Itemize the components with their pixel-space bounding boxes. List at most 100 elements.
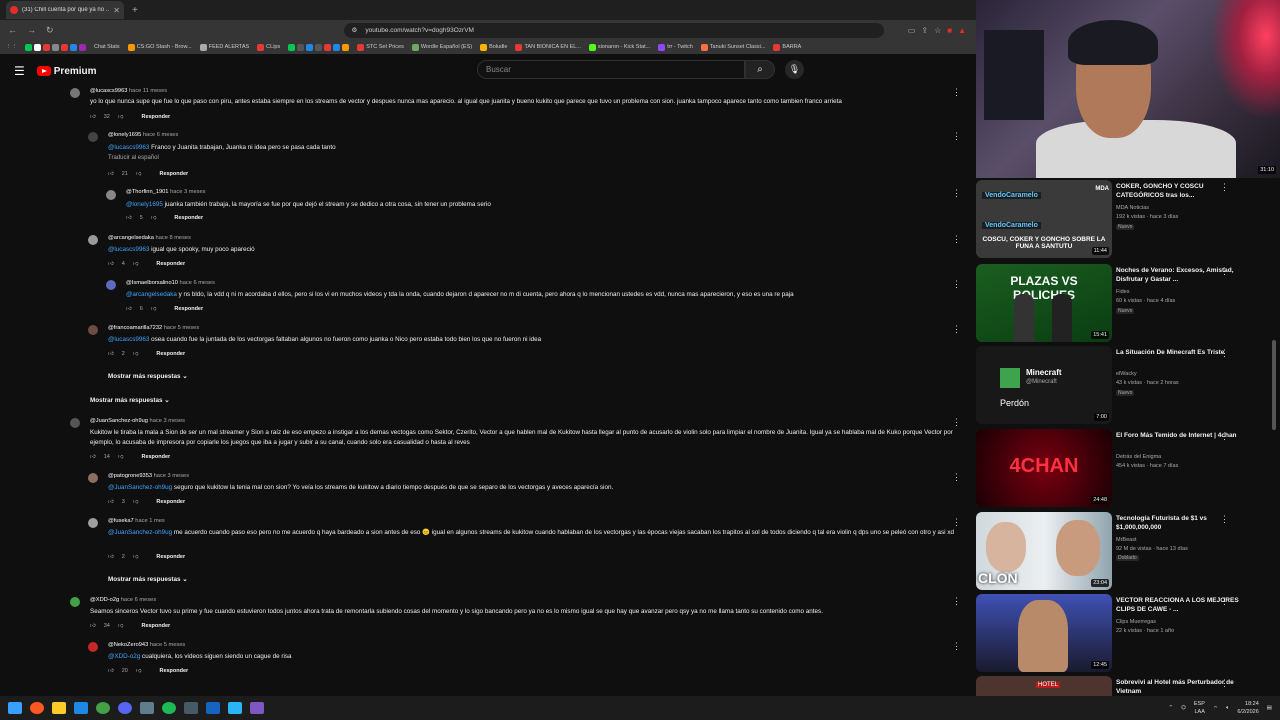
mention-link[interactable]: @JuanSanchez-oh9ug bbox=[108, 529, 172, 536]
avatar[interactable] bbox=[88, 235, 98, 245]
translate-link[interactable]: Traducir al español bbox=[108, 155, 159, 161]
volume-icon[interactable]: 🔈︎ bbox=[1226, 705, 1229, 712]
video-menu-icon[interactable]: ⋮ bbox=[1220, 182, 1229, 193]
app-icon[interactable] bbox=[228, 702, 242, 714]
reply-button[interactable]: Responder bbox=[159, 171, 188, 177]
video-channel[interactable]: Fides bbox=[1116, 288, 1129, 297]
video-thumbnail[interactable]: 4CHAN 24:48 bbox=[976, 429, 1112, 507]
comment-time[interactable]: hace 8 meses bbox=[156, 235, 191, 241]
show-more-replies-button[interactable]: Mostrar más respuestas ⌄ bbox=[108, 576, 187, 583]
comment-menu-icon[interactable]: ⋮ bbox=[952, 641, 961, 652]
video-menu-icon[interactable]: ⋮ bbox=[1220, 431, 1229, 442]
comment-time[interactable]: hace 11 meses bbox=[129, 88, 167, 94]
app-icon[interactable] bbox=[140, 702, 154, 714]
voice-search-button[interactable]: 🎙 bbox=[785, 60, 804, 79]
dislike-icon[interactable]: 👎︎ bbox=[133, 351, 139, 357]
avatar[interactable] bbox=[70, 88, 80, 98]
comment-author[interactable]: @patogrone9353 bbox=[108, 473, 152, 479]
avatar[interactable] bbox=[70, 597, 80, 607]
comment-author[interactable]: @lucascs9963 bbox=[90, 88, 127, 94]
video-channel[interactable]: Detrás del Enigma bbox=[1116, 453, 1161, 462]
comment-menu-icon[interactable]: ⋮ bbox=[952, 87, 961, 98]
like-icon[interactable]: 👍︎ bbox=[108, 668, 114, 674]
avatar[interactable] bbox=[88, 518, 98, 528]
related-video[interactable]: HOTEL Sobrevivi al Hotel más Perturbador… bbox=[976, 676, 1280, 696]
comment-author[interactable]: @NekoZero943 bbox=[108, 642, 148, 648]
comment-time[interactable]: hace 5 meses bbox=[150, 642, 185, 648]
reply-button[interactable]: Responder bbox=[141, 454, 170, 460]
clock[interactable]: 18:24 6/2/2026 bbox=[1237, 700, 1258, 716]
menu-icon[interactable]: ☰ bbox=[14, 64, 25, 78]
video-thumbnail[interactable]: VendoCaramelo VendoCaramelo COSCU, COKER… bbox=[976, 180, 1112, 258]
reply-button[interactable]: Responder bbox=[174, 215, 203, 221]
comment-time[interactable]: hace 5 meses bbox=[164, 325, 199, 331]
comment-author[interactable]: @lonely1695 bbox=[108, 132, 141, 138]
show-more-replies-button[interactable]: Mostrar más respuestas ⌄ bbox=[108, 373, 187, 380]
related-video[interactable]: 4CHAN 24:48 El Foro Más Temido de Intern… bbox=[976, 429, 1280, 509]
avatar[interactable] bbox=[106, 190, 116, 200]
like-icon[interactable]: 👍︎ bbox=[90, 623, 96, 629]
video-menu-icon[interactable]: ⋮ bbox=[1220, 266, 1229, 277]
omnibox[interactable]: ⚙ youtube.com/watch?v=dogh93OzrVM bbox=[343, 22, 884, 38]
avatar[interactable] bbox=[88, 132, 98, 142]
like-icon[interactable]: 👍︎ bbox=[126, 306, 132, 312]
video-channel[interactable]: Clips Muerregas bbox=[1116, 618, 1156, 627]
bookmark[interactable]: FEED ALERTAS bbox=[199, 43, 249, 51]
dislike-icon[interactable]: 👎︎ bbox=[136, 171, 142, 177]
comment-author[interactable]: @Thorfinn_1901 bbox=[126, 189, 168, 195]
reply-button[interactable]: Responder bbox=[156, 351, 185, 357]
video-menu-icon[interactable]: ⋮ bbox=[1220, 596, 1229, 607]
alert-icon[interactable]: ▲ bbox=[958, 26, 966, 35]
like-icon[interactable]: 👍︎ bbox=[90, 114, 96, 120]
youtube-logo[interactable]: Premium bbox=[36, 66, 97, 77]
comment-time[interactable]: hace 6 meses bbox=[143, 132, 178, 138]
spotify-icon[interactable] bbox=[162, 702, 176, 714]
bookmark[interactable]: Chat Stats bbox=[94, 44, 120, 50]
store-icon[interactable] bbox=[74, 702, 88, 714]
dislike-icon[interactable]: 👎︎ bbox=[151, 215, 157, 221]
video-thumbnail[interactable]: HOTEL bbox=[976, 676, 1112, 696]
sidebar-scrollbar[interactable] bbox=[1272, 340, 1276, 430]
mention-link[interactable]: @arcangelsedaka bbox=[126, 291, 177, 298]
like-icon[interactable]: 👍︎ bbox=[108, 171, 114, 177]
network-icon[interactable]: ⌬ bbox=[1181, 705, 1186, 711]
brave-browser-icon[interactable] bbox=[30, 702, 44, 714]
comment-author[interactable]: @Ismaelborsalino10 bbox=[126, 280, 178, 286]
comment-time[interactable]: hace 3 meses bbox=[170, 189, 205, 195]
like-icon[interactable]: 👍︎ bbox=[108, 351, 114, 357]
dislike-icon[interactable]: 👎︎ bbox=[118, 623, 124, 629]
video-channel[interactable]: MrBeast bbox=[1116, 536, 1136, 545]
dislike-icon[interactable]: 👎︎ bbox=[133, 499, 139, 505]
share-icon[interactable]: ⇪ bbox=[921, 26, 928, 35]
comment-time[interactable]: hace 3 meses bbox=[154, 473, 189, 479]
video-thumbnail[interactable]: Minecraft @Minecraft Perdón 7:00 bbox=[976, 346, 1112, 424]
show-more-replies-button[interactable]: Mostrar más respuestas ⌄ bbox=[90, 397, 169, 404]
avatar[interactable] bbox=[70, 418, 80, 428]
video-menu-icon[interactable]: ⋮ bbox=[1220, 678, 1229, 689]
comment-time[interactable]: hace 1 mes bbox=[135, 518, 164, 524]
comment-author[interactable]: @fuseka7 bbox=[108, 518, 134, 524]
bookmark[interactable]: Tanuki Sunset Classi... bbox=[700, 43, 765, 51]
bookmark[interactable]: Wordle Español (ES) bbox=[411, 43, 472, 51]
comment-time[interactable]: hace 6 meses bbox=[180, 280, 215, 286]
comment-menu-icon[interactable]: ⋮ bbox=[952, 188, 961, 199]
search-button[interactable]: ⌕ bbox=[745, 60, 775, 79]
like-icon[interactable]: 👍︎ bbox=[90, 454, 96, 460]
bookmark[interactable]: CS:GO Stash - Brow... bbox=[127, 43, 192, 51]
reply-button[interactable]: Responder bbox=[141, 623, 170, 629]
like-icon[interactable]: 👍︎ bbox=[108, 261, 114, 267]
close-tab-icon[interactable]: ✕ bbox=[113, 6, 120, 15]
chrome-icon[interactable] bbox=[96, 702, 110, 714]
bookmark[interactable]: trr - Twitch bbox=[658, 43, 693, 51]
like-icon[interactable]: 👍︎ bbox=[108, 554, 114, 560]
reply-button[interactable]: Responder bbox=[156, 261, 185, 267]
reload-icon[interactable]: ↻ bbox=[46, 25, 54, 36]
browser-tab[interactable]: (31) Chill cuenta por qué ya no ... ✕ bbox=[6, 1, 124, 19]
comment-time[interactable]: hace 6 meses bbox=[121, 597, 156, 603]
mention-link[interactable]: @XDD-o2g bbox=[108, 653, 140, 660]
bookmark[interactable]: CLips bbox=[257, 43, 280, 51]
forward-icon[interactable]: → bbox=[27, 25, 36, 36]
back-icon[interactable]: ← bbox=[8, 25, 17, 36]
chevron-up-icon[interactable]: ⌃ bbox=[1168, 705, 1173, 711]
comment-author[interactable]: @XDD-o2g bbox=[90, 597, 119, 603]
